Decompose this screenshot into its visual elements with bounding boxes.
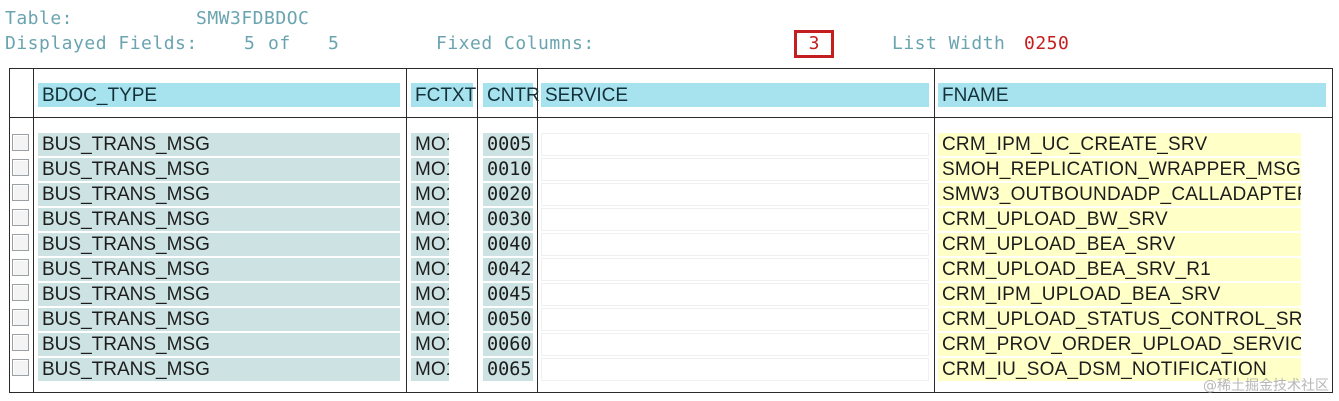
row-select-checkbox[interactable] xyxy=(12,309,29,326)
cell-fname[interactable]: CRM_UPLOAD_BEA_SRV xyxy=(938,233,1301,256)
cell-fname[interactable]: CRM_PROV_ORDER_UPLOAD_SERVICE xyxy=(938,333,1301,356)
cell-service[interactable] xyxy=(541,183,929,206)
row-select-checkbox[interactable] xyxy=(12,359,29,376)
cell-fctxt[interactable]: MO1 xyxy=(411,358,449,381)
list-width-value: 0250 xyxy=(1024,33,1070,54)
row-select-checkbox[interactable] xyxy=(12,334,29,351)
table-row[interactable]: BUS_TRANS_MSG MO1 0050 CRM_UPLOAD_STATUS_CO… xyxy=(10,308,1332,333)
cell-fctxt[interactable]: MO1 xyxy=(411,183,449,206)
cell-cntr[interactable]: 0020 xyxy=(483,183,533,206)
column-header-bdoc-type[interactable]: BDOC_TYPE xyxy=(38,83,400,107)
row-select-checkbox[interactable] xyxy=(12,259,29,276)
cell-service[interactable] xyxy=(541,358,929,381)
fixed-columns-value: 3 xyxy=(808,33,820,54)
row-select-checkbox[interactable] xyxy=(12,234,29,251)
cell-service[interactable] xyxy=(541,133,929,156)
total-fields-count: 5 xyxy=(328,33,340,54)
cell-service[interactable] xyxy=(541,258,929,281)
header-divider xyxy=(10,117,1332,118)
cell-cntr[interactable]: 0010 xyxy=(483,158,533,181)
cell-service[interactable] xyxy=(541,233,929,256)
cell-cntr[interactable]: 0040 xyxy=(483,233,533,256)
table-row[interactable]: BUS_TRANS_MSG MO1 0042 CRM_UPLOAD_BEA_SRV_R… xyxy=(10,258,1332,283)
cell-service[interactable] xyxy=(541,333,929,356)
row-select-checkbox[interactable] xyxy=(12,134,29,151)
table-row[interactable]: BUS_TRANS_MSG MO1 0020 SMW3_OUTBOUNDADP_CAL… xyxy=(10,183,1332,208)
fixed-columns-label: Fixed Columns: xyxy=(436,33,595,54)
cell-cntr[interactable]: 0005 xyxy=(483,133,533,156)
cell-fctxt[interactable]: MO1 xyxy=(411,258,449,281)
cell-fname[interactable]: SMW3_OUTBOUNDADP_CALLADAPTERS xyxy=(938,183,1301,206)
cell-service[interactable] xyxy=(541,208,929,231)
table-row[interactable]: BUS_TRANS_MSG MO1 0005 CRM_IPM_UC_CREATE_SR… xyxy=(10,133,1332,158)
column-header-cntr[interactable]: CNTR xyxy=(483,83,540,107)
cell-bdoc-type[interactable]: BUS_TRANS_MSG xyxy=(38,158,400,181)
cell-cntr[interactable]: 0030 xyxy=(483,208,533,231)
cell-cntr[interactable]: 0045 xyxy=(483,283,533,306)
cell-fctxt[interactable]: MO1 xyxy=(411,208,449,231)
cell-fname[interactable]: CRM_UPLOAD_BEA_SRV_R1 xyxy=(938,258,1301,281)
cell-bdoc-type[interactable]: BUS_TRANS_MSG xyxy=(38,208,400,231)
cell-bdoc-type[interactable]: BUS_TRANS_MSG xyxy=(38,258,400,281)
of-label: of xyxy=(268,33,291,54)
cell-fctxt[interactable]: MO1 xyxy=(411,133,449,156)
cell-bdoc-type[interactable]: BUS_TRANS_MSG xyxy=(38,333,400,356)
column-header-fname[interactable]: FNAME xyxy=(938,83,1326,107)
table-name: SMW3FDBDOC xyxy=(196,8,310,29)
watermark: @稀土掘金技术社区 xyxy=(1203,378,1329,394)
cell-fname[interactable]: CRM_IPM_UC_CREATE_SRV xyxy=(938,133,1301,156)
table-row[interactable]: BUS_TRANS_MSG MO1 0040 CRM_UPLOAD_BEA_SRV xyxy=(10,233,1332,258)
table-row[interactable]: BUS_TRANS_MSG MO1 0060 CRM_PROV_ORDER_UPLOA… xyxy=(10,333,1332,358)
table-row[interactable]: BUS_TRANS_MSG MO1 0045 CRM_IPM_UPLOAD_BEA_S… xyxy=(10,283,1332,308)
cell-fctxt[interactable]: MO1 xyxy=(411,233,449,256)
fixed-columns-input[interactable]: 3 xyxy=(794,27,834,61)
table-row[interactable]: BUS_TRANS_MSG MO1 0010 SMOH_REPLICATION_WRA… xyxy=(10,158,1332,183)
result-grid: BDOC_TYPE FCTXT CNTR SERVICE FNAME BUS_T… xyxy=(9,68,1333,393)
cell-service[interactable] xyxy=(541,283,929,306)
cell-bdoc-type[interactable]: BUS_TRANS_MSG xyxy=(38,133,400,156)
table-row[interactable]: BUS_TRANS_MSG MO1 0030 CRM_UPLOAD_BW_SRV xyxy=(10,208,1332,233)
cell-bdoc-type[interactable]: BUS_TRANS_MSG xyxy=(38,183,400,206)
cell-cntr[interactable]: 0060 xyxy=(483,333,533,356)
cell-fname[interactable]: CRM_UPLOAD_STATUS_CONTROL_SRV xyxy=(938,308,1301,331)
cell-fctxt[interactable]: MO1 xyxy=(411,283,449,306)
cell-fctxt[interactable]: MO1 xyxy=(411,158,449,181)
row-select-checkbox[interactable] xyxy=(12,209,29,226)
row-select-checkbox[interactable] xyxy=(12,159,29,176)
cell-service[interactable] xyxy=(541,158,929,181)
cell-fname[interactable]: CRM_IPM_UPLOAD_BEA_SRV xyxy=(938,283,1301,306)
cell-bdoc-type[interactable]: BUS_TRANS_MSG xyxy=(38,358,400,381)
cell-cntr[interactable]: 0065 xyxy=(483,358,533,381)
displayed-fields-label: Displayed Fields: xyxy=(5,33,198,54)
row-select-checkbox[interactable] xyxy=(12,284,29,301)
cell-fname[interactable]: CRM_UPLOAD_BW_SRV xyxy=(938,208,1301,231)
cell-fctxt[interactable]: MO1 xyxy=(411,308,449,331)
table-label: Table: xyxy=(5,8,74,29)
displayed-fields-count: 5 xyxy=(244,33,256,54)
column-header-fctxt[interactable]: FCTXT xyxy=(411,83,476,107)
cell-fctxt[interactable]: MO1 xyxy=(411,333,449,356)
table-row[interactable]: BUS_TRANS_MSGMO10065CRM_IU_SOA_DSM_NOTIF… xyxy=(10,358,1332,383)
cell-bdoc-type[interactable]: BUS_TRANS_MSG xyxy=(38,283,400,306)
cell-cntr[interactable]: 0050 xyxy=(483,308,533,331)
cell-cntr[interactable]: 0042 xyxy=(483,258,533,281)
cell-service[interactable] xyxy=(541,308,929,331)
list-width-label: List Width xyxy=(892,33,1006,54)
cell-fname[interactable]: SMOH_REPLICATION_WRAPPER_MSG xyxy=(938,158,1301,181)
row-select-checkbox[interactable] xyxy=(12,184,29,201)
cell-bdoc-type[interactable]: BUS_TRANS_MSG xyxy=(38,308,400,331)
cell-bdoc-type[interactable]: BUS_TRANS_MSG xyxy=(38,233,400,256)
column-header-service[interactable]: SERVICE xyxy=(541,83,929,107)
